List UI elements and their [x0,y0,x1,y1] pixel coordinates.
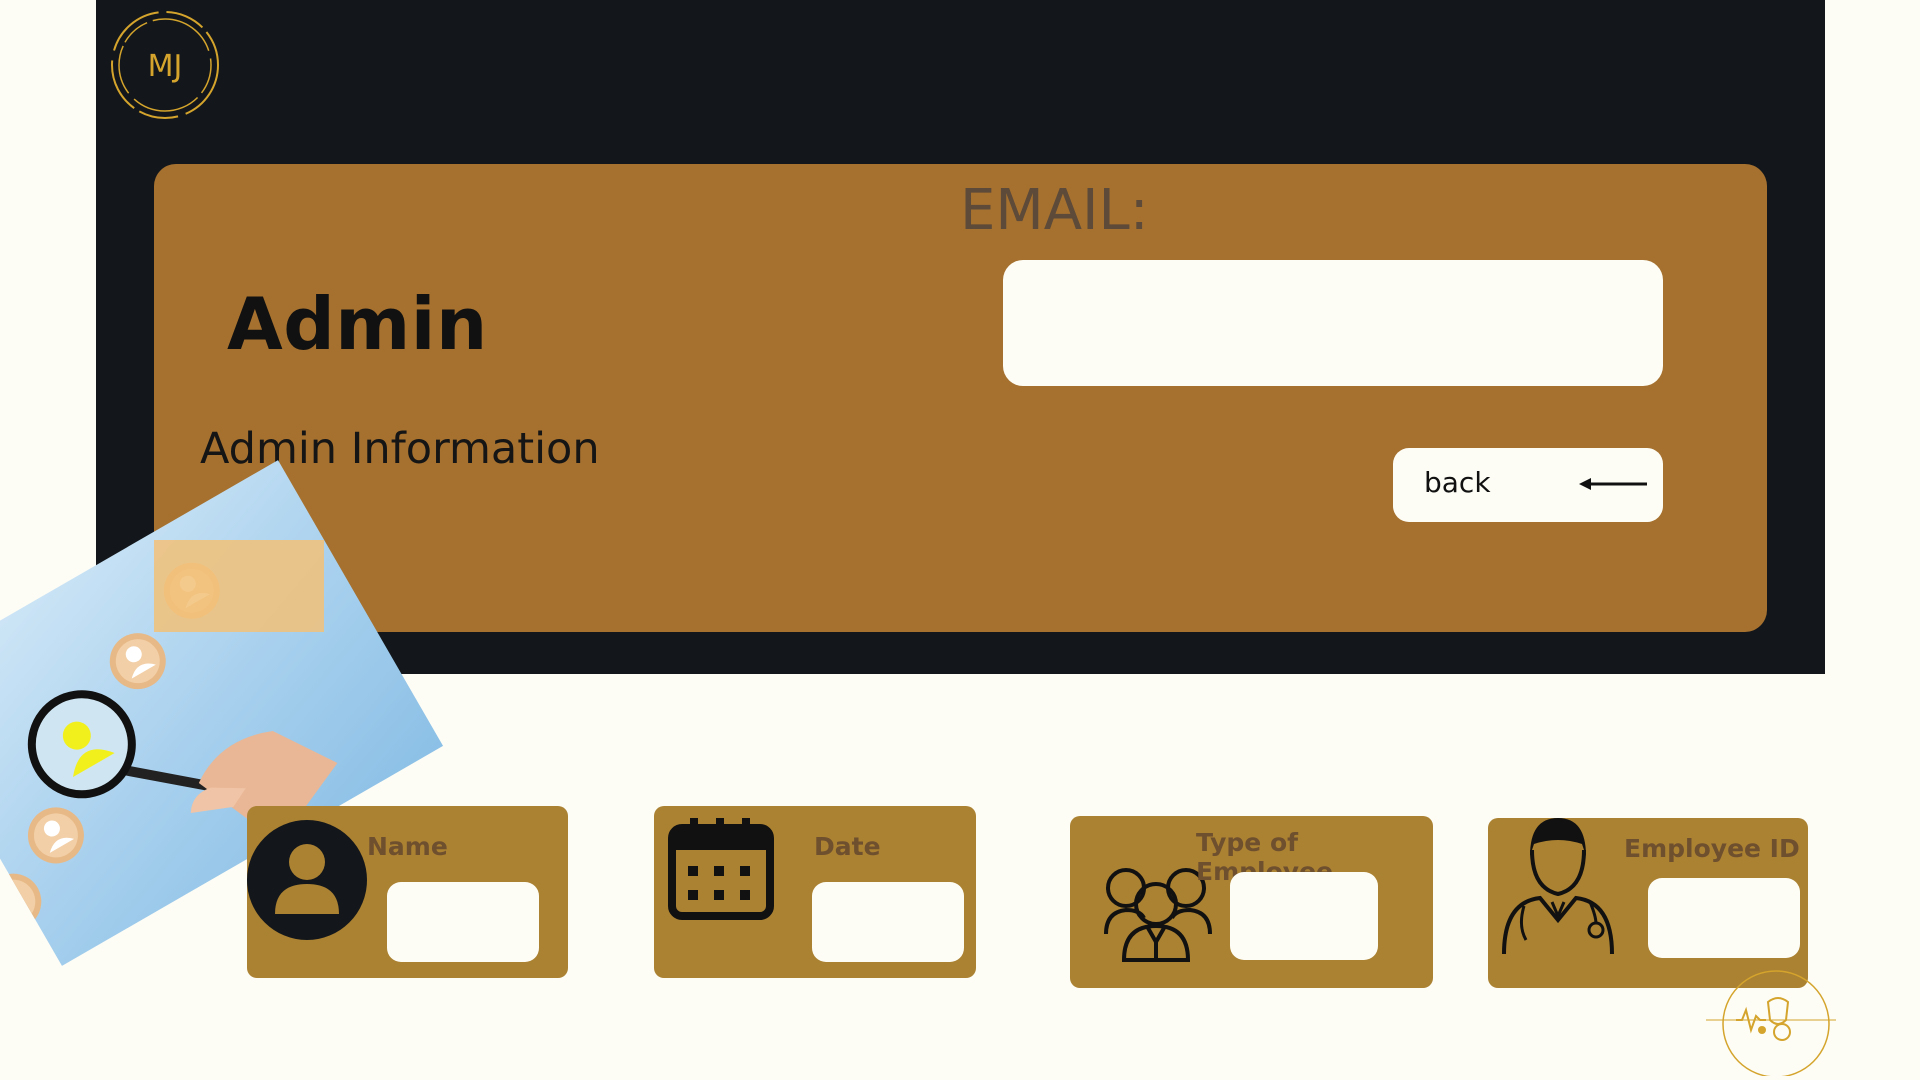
date-input[interactable] [812,882,964,962]
employee-id-label: Employee ID [1624,834,1800,863]
date-label: Date [814,832,881,861]
employee-type-input[interactable] [1230,872,1378,960]
wooden-token [109,633,166,690]
wooden-token [0,873,42,930]
employee-id-input[interactable] [1648,878,1800,958]
email-label: EMAIL: [960,178,1149,243]
email-input[interactable] [1003,260,1663,386]
page-title: Admin [227,282,488,366]
back-button[interactable]: back [1393,448,1663,522]
page-subtitle: Admin Information [200,424,600,474]
date-card: Date [654,806,976,978]
calendar-icon [668,818,774,920]
wooden-token [27,807,84,864]
doctor-icon [1502,818,1614,955]
mj-logo: MJ [111,11,219,119]
name-label: Name [367,832,448,861]
user-icon [247,820,367,940]
arrow-left-icon [1579,478,1647,490]
medical-logo [1706,970,1836,1076]
employee-type-card: Type of Employee [1070,816,1433,988]
name-card: Name [247,806,568,978]
name-input[interactable] [387,882,539,962]
logo-text: MJ [148,49,183,84]
back-button-label: back [1424,466,1491,499]
photo-overlay [154,540,324,632]
employee-id-card: Employee ID [1488,818,1808,988]
